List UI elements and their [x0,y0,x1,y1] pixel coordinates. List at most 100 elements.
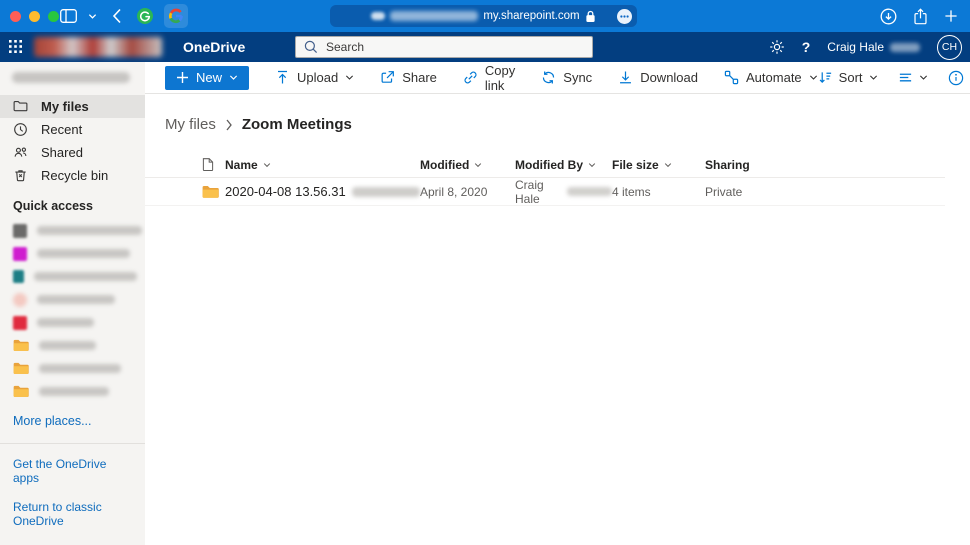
downloads-icon[interactable] [880,8,897,25]
chevron-right-icon [225,119,233,131]
redacted-owner-name [12,72,130,83]
shared-icon [13,145,28,160]
get-onedrive-apps-link[interactable]: Get the OneDrive apps [13,457,132,485]
file-modified-by: Craig Hale [515,178,561,206]
quick-access-item[interactable] [0,311,145,334]
google-favicon-icon[interactable] [164,4,188,28]
back-button-icon[interactable] [112,8,122,24]
download-button[interactable]: Download [618,70,698,85]
site-logo-icon [13,224,27,238]
column-header-modified[interactable]: Modified [420,158,515,172]
share-page-icon[interactable] [913,8,928,25]
avatar[interactable]: CH [937,35,962,60]
file-name[interactable]: 2020-04-08 13.56.31 [225,184,346,199]
sync-button[interactable]: Sync [541,70,592,85]
upload-icon [275,70,290,85]
app-title: OneDrive [183,32,245,62]
redacted-folder-name [39,341,96,350]
site-logo-icon [13,316,27,330]
folder-icon [13,385,29,398]
quick-access-item[interactable] [0,380,145,403]
list-view-icon [898,70,913,85]
redacted-site-name [37,226,142,235]
file-size: 4 items [612,185,651,199]
sidebar-item-my-files[interactable]: My files [0,95,145,118]
return-to-classic-link[interactable]: Return to classic OneDrive [13,500,132,528]
sidebar-item-recent[interactable]: Recent [0,118,145,141]
quick-access-item[interactable] [0,265,145,288]
file-row[interactable]: 2020-04-08 13.56.31 April 8, 2020 Craig … [145,178,945,206]
copy-link-icon [463,70,478,85]
more-places-link[interactable]: More places... [13,414,145,428]
search-bar[interactable] [295,36,593,58]
quick-access-item[interactable] [0,357,145,380]
redacted-site-name [34,272,137,281]
chevron-down-icon [869,73,878,82]
quick-access-item[interactable] [0,219,145,242]
search-input[interactable] [326,40,584,54]
site-logo-icon [13,270,24,283]
settings-gear-icon[interactable] [769,39,785,55]
zoom-window-button[interactable] [48,11,59,22]
column-header-sharing[interactable]: Sharing [705,158,945,172]
address-bar[interactable]: my.sharepoint.com [330,5,637,27]
copy-link-button[interactable]: Copy link [463,63,515,93]
user-name: Craig Hale [827,40,920,54]
redacted-file-name-suffix [352,187,420,197]
folder-icon [202,185,219,199]
sync-icon [541,70,556,85]
share-button[interactable]: Share [380,70,437,85]
automate-button[interactable]: Automate [724,70,818,85]
site-logo-icon [13,247,27,261]
app-launcher-icon[interactable] [9,40,22,53]
new-tab-icon[interactable] [944,9,958,23]
redacted-org-logo [34,37,162,57]
sidebar: My files Recent Shared Recycle bin Quick… [0,62,145,545]
column-header-file-size[interactable]: File size [612,158,705,172]
quick-access-item[interactable] [0,334,145,357]
new-button[interactable]: New [165,66,249,90]
upload-button[interactable]: Upload [275,70,354,85]
redacted-folder-name [39,387,109,396]
redacted-site-name [37,249,130,258]
sidebar-toggle-icon[interactable] [60,9,77,23]
view-options-button[interactable] [898,70,928,85]
quick-access-item[interactable] [0,288,145,311]
chevron-down-icon [664,161,672,169]
redacted-site-name [37,295,115,304]
folder-icon [13,362,29,375]
info-icon[interactable] [948,70,964,86]
extension-badge-icon[interactable] [617,9,632,24]
grammarly-extension-icon[interactable] [137,8,153,24]
chevron-down-icon [229,73,238,82]
column-header-name[interactable]: Name [225,158,271,172]
help-icon[interactable]: ? [802,39,811,55]
folder-icon [13,99,28,114]
column-header-modified-by[interactable]: Modified By [515,158,596,172]
redacted-modified-by-suffix [567,187,612,196]
sidebar-item-recycle-bin[interactable]: Recycle bin [0,164,145,187]
download-icon [618,70,633,85]
redacted-folder-name [39,364,121,373]
tab-overview-chevron-icon[interactable] [88,12,97,21]
breadcrumb-my-files[interactable]: My files [165,116,216,133]
document-type-icon [202,157,214,172]
browser-chrome: my.sharepoint.com [0,0,970,32]
recycle-bin-icon [13,168,28,183]
file-sharing-status: Private [705,185,742,199]
sort-button[interactable]: Sort [818,70,878,85]
chevron-down-icon [809,73,818,82]
breadcrumb-current-folder: Zoom Meetings [242,116,352,133]
sidebar-item-shared[interactable]: Shared [0,141,145,164]
file-list: Name Modified Modified By [145,152,945,206]
automate-icon [724,70,739,85]
site-logo-icon [13,293,27,307]
search-icon [304,40,318,54]
chevron-down-icon [474,161,482,169]
quick-access-item[interactable] [0,242,145,265]
file-list-header: Name Modified Modified By [145,152,945,178]
close-window-button[interactable] [10,11,21,22]
file-modified-date: April 8, 2020 [420,185,487,199]
recent-icon [13,122,28,137]
minimize-window-button[interactable] [29,11,40,22]
